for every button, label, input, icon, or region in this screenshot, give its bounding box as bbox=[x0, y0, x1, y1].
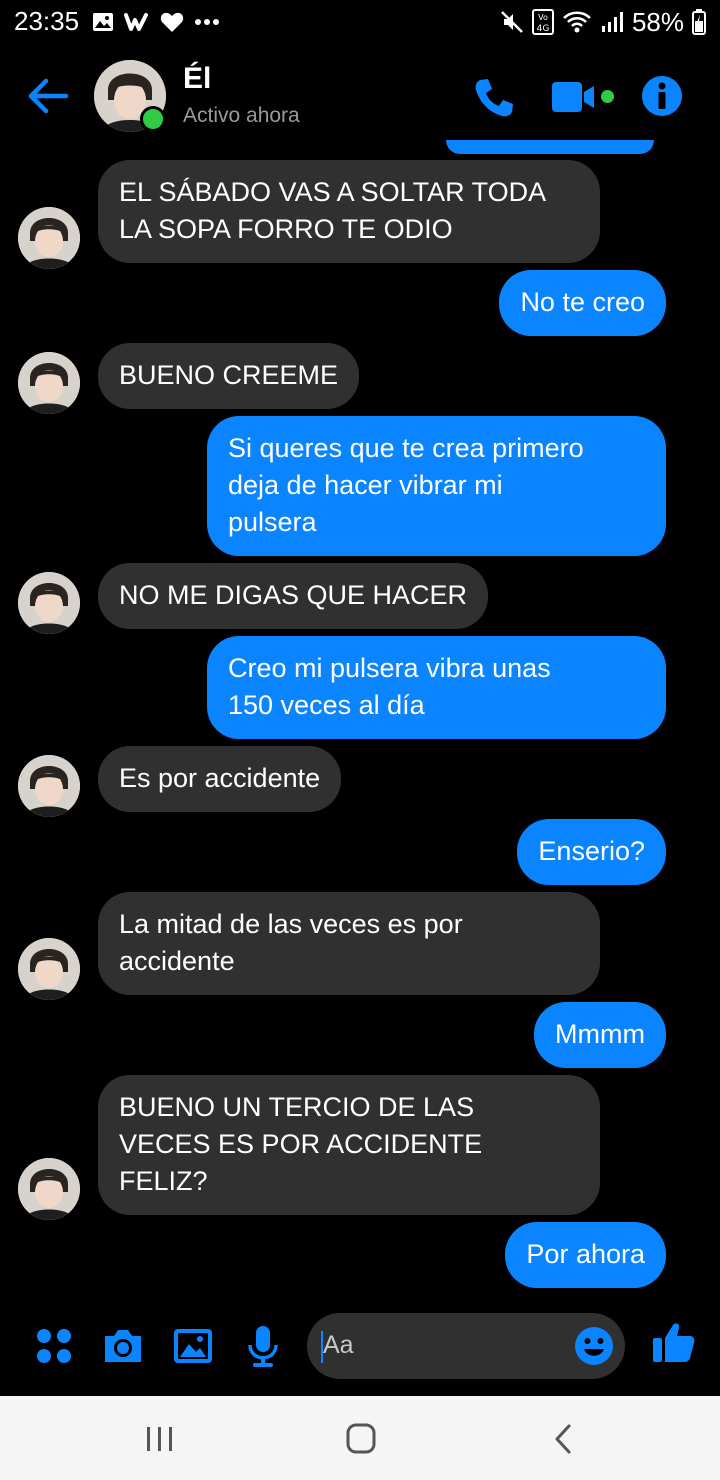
status-right: Vo 4G 58% bbox=[500, 6, 706, 38]
message-received[interactable]: NO ME DIGAS QUE HACER bbox=[98, 563, 489, 629]
previous-message-edge bbox=[446, 140, 654, 154]
sender-avatar[interactable] bbox=[18, 938, 80, 1000]
message-input[interactable]: Aa bbox=[307, 1313, 625, 1379]
message-sent[interactable]: No te creo bbox=[499, 270, 666, 336]
contact-status: Activo ahora bbox=[183, 104, 300, 127]
message-sent[interactable]: Mmmm bbox=[534, 1002, 666, 1068]
video-active-dot bbox=[601, 90, 614, 103]
sender-avatar[interactable] bbox=[18, 352, 80, 414]
status-time: 23:35 bbox=[14, 6, 80, 36]
phone-call-icon[interactable] bbox=[472, 76, 516, 120]
message-composer: Aa bbox=[0, 1300, 720, 1396]
volte-4g-icon: Vo 4G bbox=[531, 9, 554, 35]
home-icon[interactable] bbox=[341, 1422, 381, 1456]
sender-avatar[interactable] bbox=[18, 572, 80, 634]
sender-avatar[interactable] bbox=[18, 1158, 80, 1220]
wifi-icon bbox=[563, 11, 591, 33]
notification-icons bbox=[92, 8, 220, 36]
heart-icon bbox=[160, 12, 184, 32]
gallery-icon bbox=[93, 13, 113, 31]
gallery-icon[interactable] bbox=[171, 1324, 215, 1368]
message-received[interactable]: BUENO CREEME bbox=[98, 343, 360, 409]
message-placeholder: Aa bbox=[323, 1331, 354, 1359]
message-sent[interactable]: Si queres que te crea primero deja de ha… bbox=[207, 416, 666, 556]
battery-icon bbox=[692, 9, 706, 35]
sender-avatar[interactable] bbox=[18, 207, 80, 269]
message-sent[interactable]: Creo mi pulsera vibra unas 150 veces al … bbox=[207, 636, 666, 739]
svg-text:4G: 4G bbox=[537, 24, 550, 34]
battery-level: 58% bbox=[631, 6, 684, 37]
mute-icon bbox=[501, 11, 523, 33]
camera-icon[interactable] bbox=[101, 1324, 145, 1368]
microphone-icon[interactable] bbox=[241, 1324, 285, 1368]
sender-avatar[interactable] bbox=[18, 755, 80, 817]
back-arrow-icon[interactable] bbox=[26, 76, 70, 116]
emoji-icon[interactable] bbox=[573, 1325, 615, 1367]
apps-icon[interactable] bbox=[32, 1324, 76, 1368]
message-received[interactable]: BUENO UN TERCIO DE LAS VECES ES POR ACCI… bbox=[98, 1075, 600, 1215]
message-received[interactable]: EL SÁBADO VAS A SOLTAR TODA LA SOPA FORR… bbox=[98, 160, 600, 263]
system-navigation-bar bbox=[0, 1396, 720, 1480]
message-sent[interactable]: Enserio? bbox=[517, 819, 666, 885]
online-indicator bbox=[140, 106, 166, 132]
conversation-header: Él Activo ahora bbox=[0, 52, 720, 142]
contact-name[interactable]: Él bbox=[183, 62, 211, 96]
like-icon[interactable] bbox=[650, 1320, 696, 1366]
message-received[interactable]: La mitad de las veces es por accidente bbox=[98, 892, 600, 995]
more-dots-icon bbox=[195, 19, 219, 25]
signal-icon bbox=[601, 12, 623, 32]
status-bar: 23:35 Vo 4G 58% bbox=[0, 0, 720, 44]
info-icon[interactable] bbox=[640, 74, 684, 118]
message-received[interactable]: Es por accidente bbox=[98, 746, 342, 812]
wattpad-icon bbox=[124, 13, 148, 31]
message-sent[interactable]: Por ahora bbox=[505, 1222, 666, 1288]
back-icon[interactable] bbox=[543, 1422, 583, 1456]
recent-apps-icon[interactable] bbox=[140, 1422, 180, 1456]
svg-text:Vo: Vo bbox=[538, 13, 548, 22]
